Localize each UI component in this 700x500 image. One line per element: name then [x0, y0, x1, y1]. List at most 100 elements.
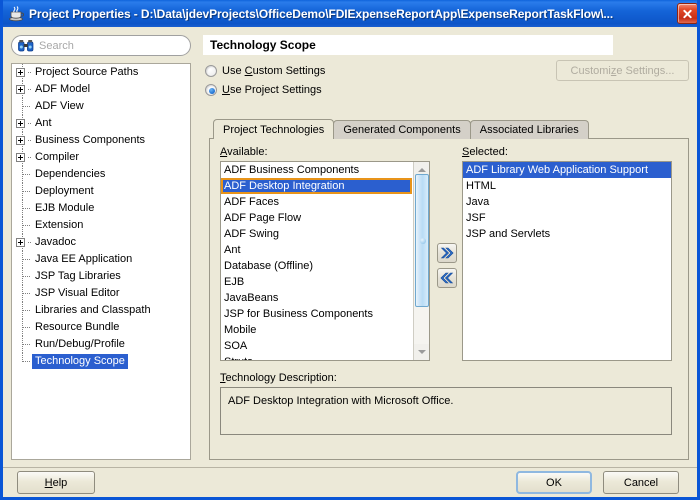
- tab-project-technologies[interactable]: Project Technologies: [213, 119, 335, 139]
- radio-use-project-settings-label: Use Project Settings: [222, 84, 322, 96]
- technology-description-box: ADF Desktop Integration with Microsoft O…: [220, 387, 672, 435]
- sidebar-item-label: Ant: [35, 117, 52, 129]
- technology-description-text: ADF Desktop Integration with Microsoft O…: [228, 395, 454, 407]
- search-input[interactable]: Search: [11, 35, 191, 56]
- sidebar-item-deployment[interactable]: Deployment: [12, 183, 190, 200]
- tab-associated-libraries[interactable]: Associated Libraries: [469, 120, 589, 139]
- expand-plus-icon[interactable]: [16, 238, 25, 247]
- chevron-double-right-icon: [440, 247, 454, 259]
- radio-circle-icon: [205, 84, 217, 96]
- move-right-button[interactable]: [437, 243, 457, 263]
- sidebar-item-ejb-module[interactable]: EJB Module: [12, 200, 190, 217]
- list-item-label: Java: [466, 196, 490, 208]
- search-placeholder: Search: [39, 39, 74, 52]
- list-item[interactable]: Struts: [221, 354, 412, 360]
- tree-gutter: [14, 353, 32, 370]
- list-item[interactable]: Ant: [221, 242, 412, 258]
- sidebar-item-technology-scope[interactable]: Technology Scope: [12, 353, 190, 370]
- tab-generated-components[interactable]: Generated Components: [333, 120, 471, 139]
- sidebar-item-jsp-tag-libraries[interactable]: JSP Tag Libraries: [12, 268, 190, 285]
- sidebar-item-label: Run/Debug/Profile: [35, 338, 125, 350]
- sidebar-item-resource-bundle[interactable]: Resource Bundle: [12, 319, 190, 336]
- list-item[interactable]: JSF: [463, 210, 671, 226]
- ok-button[interactable]: OK: [516, 471, 592, 494]
- list-item[interactable]: Mobile: [221, 322, 412, 338]
- list-item-label: JSF: [466, 212, 486, 224]
- expand-plus-icon[interactable]: [16, 119, 25, 128]
- sidebar-item-dependencies[interactable]: Dependencies: [12, 166, 190, 183]
- tree-gutter: [14, 183, 32, 200]
- list-item-label: Mobile: [224, 324, 257, 336]
- sidebar-item-project-source-paths[interactable]: Project Source Paths: [12, 64, 190, 81]
- list-item-label: ADF Library Web Application Support: [466, 164, 648, 176]
- list-item[interactable]: JavaBeans: [221, 290, 412, 306]
- list-item[interactable]: Database (Offline): [221, 258, 412, 274]
- settings-tree[interactable]: Project Source Paths ADF Model ADF View Ant…: [11, 63, 191, 460]
- tree-gutter: [14, 64, 32, 81]
- list-item-label: Struts: [224, 356, 253, 360]
- sidebar-item-adf-view[interactable]: ADF View: [12, 98, 190, 115]
- sidebar-item-compiler[interactable]: Compiler: [12, 149, 190, 166]
- sidebar-item-jsp-visual-editor[interactable]: JSP Visual Editor: [12, 285, 190, 302]
- list-item[interactable]: Java: [463, 194, 671, 210]
- sidebar-item-run-debug-profile[interactable]: Run/Debug/Profile: [12, 336, 190, 353]
- selected-technologies-list[interactable]: ADF Library Web Application Support HTML J…: [462, 161, 672, 361]
- tree-gutter: [14, 115, 32, 132]
- cancel-button[interactable]: Cancel: [603, 471, 679, 494]
- radio-use-custom-settings[interactable]: Use Custom Settings: [205, 63, 325, 79]
- list-item[interactable]: ADF Faces: [221, 194, 412, 210]
- list-item[interactable]: ADF Desktop Integration: [221, 178, 412, 194]
- list-item[interactable]: ADF Library Web Application Support: [463, 162, 671, 178]
- sidebar-item-java-ee-application[interactable]: Java EE Application: [12, 251, 190, 268]
- tab-label: Generated Components: [343, 124, 461, 136]
- scroll-down-icon[interactable]: [414, 344, 429, 360]
- help-button[interactable]: Help: [17, 471, 95, 494]
- list-item[interactable]: SOA: [221, 338, 412, 354]
- sidebar-item-label: Deployment: [35, 185, 94, 197]
- list-item[interactable]: JSP for Business Components: [221, 306, 412, 322]
- sidebar-item-ant[interactable]: Ant: [12, 115, 190, 132]
- expand-plus-icon[interactable]: [16, 136, 25, 145]
- page-header: Technology Scope: [203, 35, 613, 55]
- tree-gutter: [14, 166, 32, 183]
- available-list-scrollbar[interactable]: [413, 162, 429, 360]
- expand-plus-icon[interactable]: [16, 153, 25, 162]
- tab-label: Associated Libraries: [479, 124, 579, 136]
- sidebar-item-libraries-and-classpath[interactable]: Libraries and Classpath: [12, 302, 190, 319]
- list-item[interactable]: ADF Page Flow: [221, 210, 412, 226]
- sidebar-item-label: Dependencies: [35, 168, 106, 180]
- sidebar-item-label: Javadoc: [35, 236, 76, 248]
- customize-settings-label: Customize Settings...: [570, 64, 675, 77]
- radio-use-custom-settings-label: Use Custom Settings: [222, 65, 326, 77]
- tree-gutter: [14, 200, 32, 217]
- dialog-client-area: Search Project Source Paths ADF Model ADF …: [3, 27, 697, 494]
- list-item-label: ADF Page Flow: [224, 212, 302, 224]
- java-coffee-cup-icon: [8, 5, 25, 22]
- list-item[interactable]: EJB: [221, 274, 412, 290]
- list-item-label: EJB: [224, 276, 245, 288]
- ok-button-label: OK: [546, 476, 562, 489]
- project-properties-dialog: Project Properties - D:\Data\jdevProject…: [0, 0, 700, 500]
- sidebar-item-label: ADF View: [35, 100, 84, 112]
- title-bar[interactable]: Project Properties - D:\Data\jdevProject…: [3, 0, 697, 27]
- list-item[interactable]: ADF Swing: [221, 226, 412, 242]
- expand-plus-icon[interactable]: [16, 85, 25, 94]
- list-item[interactable]: ADF Business Components: [221, 162, 412, 178]
- list-item[interactable]: HTML: [463, 178, 671, 194]
- expand-plus-icon[interactable]: [16, 68, 25, 77]
- list-item-label: ADF Swing: [224, 228, 280, 240]
- sidebar-item-adf-model[interactable]: ADF Model: [12, 81, 190, 98]
- window-title: Project Properties - D:\Data\jdevProject…: [29, 6, 614, 21]
- list-item-label: ADF Faces: [224, 196, 280, 208]
- radio-use-project-settings[interactable]: Use Project Settings: [205, 82, 322, 98]
- list-item-label: SOA: [224, 340, 248, 352]
- sidebar-item-extension[interactable]: Extension: [12, 217, 190, 234]
- list-item[interactable]: JSP and Servlets: [463, 226, 671, 242]
- move-left-button[interactable]: [437, 268, 457, 288]
- available-technologies-list[interactable]: ADF Business Components ADF Desktop Integ…: [220, 161, 430, 361]
- sidebar-item-javadoc[interactable]: Javadoc: [12, 234, 190, 251]
- tree-gutter: [14, 217, 32, 234]
- scrollbar-thumb[interactable]: [415, 174, 429, 307]
- sidebar-item-business-components[interactable]: Business Components: [12, 132, 190, 149]
- close-icon[interactable]: [677, 3, 697, 24]
